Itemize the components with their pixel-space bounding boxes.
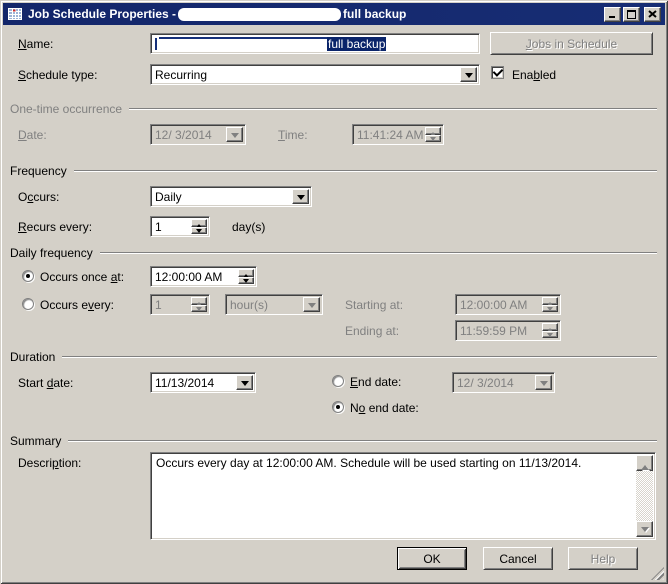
dropdown-arrow-icon (303, 297, 320, 312)
start-date-dropdown[interactable]: 11/13/2014 (150, 372, 256, 393)
frequency-group-label: Frequency (10, 164, 67, 178)
title-redaction (178, 8, 342, 22)
end-date-dropdown: 12/ 3/2014 (452, 372, 555, 393)
resize-grip[interactable] (651, 567, 664, 580)
no-end-date-label: No end date: (350, 401, 419, 415)
group-divider (68, 440, 657, 442)
occurs-once-time-spinner[interactable]: 12:00:00 AM (150, 266, 257, 287)
job-schedule-properties-dialog: Job Schedule Properties - full backup Nam… (0, 0, 668, 584)
ending-at-label: Ending at: (345, 324, 400, 338)
group-divider (73, 170, 657, 172)
spin-down-icon[interactable] (191, 226, 207, 234)
start-date-label: Start date: (18, 376, 74, 390)
description-text: Occurs every day at 12:00:00 AM. Schedul… (156, 456, 582, 470)
group-divider (62, 356, 657, 358)
time-label: Time: (278, 128, 308, 142)
group-divider (99, 252, 657, 254)
occurs-once-label: Occurs once at: (40, 270, 125, 284)
spin-up-icon (425, 127, 441, 136)
help-button: Help (568, 547, 638, 570)
cancel-button[interactable]: Cancel (483, 547, 553, 570)
spin-down-icon (542, 330, 558, 338)
occurs-every-radio[interactable] (22, 298, 34, 310)
schedule-type-label: Schedule type: (18, 68, 98, 82)
starting-at-spinner: 12:00:00 AM (455, 294, 561, 315)
enabled-label: Enabled (512, 68, 557, 82)
minimize-button[interactable] (604, 6, 621, 22)
one-time-time-spinner: 11:41:24 AM (352, 124, 444, 145)
name-redaction (159, 37, 327, 51)
occurs-once-radio[interactable] (22, 270, 34, 282)
occurs-every-value-spinner: 1 (150, 294, 210, 315)
duration-group-label: Duration (10, 350, 56, 364)
name-input[interactable]: full backup (150, 33, 480, 54)
recurs-every-label: Recurs every: (18, 220, 93, 234)
scrollbar-down-icon (636, 521, 653, 537)
spin-down-icon (191, 304, 207, 312)
spin-up-icon[interactable] (191, 219, 207, 228)
occurs-dropdown[interactable]: Daily (150, 186, 312, 207)
maximize-icon (627, 9, 636, 19)
description-label: Description: (18, 456, 82, 470)
summary-group-label: Summary (10, 434, 62, 448)
frequency-group: Frequency (10, 164, 657, 178)
description-textarea[interactable]: Occurs every day at 12:00:00 AM. Schedul… (150, 452, 656, 540)
one-time-occurrence-group: One-time occurrence (10, 102, 657, 116)
date-label: Date: (18, 128, 47, 142)
spin-down-icon (542, 304, 558, 312)
scrollbar-up-icon (636, 455, 653, 471)
spin-up-icon (191, 297, 207, 306)
caret-mark (155, 38, 157, 50)
occurs-every-unit-dropdown: hour(s) (225, 294, 323, 315)
close-icon (648, 10, 657, 18)
starting-at-label: Starting at: (345, 298, 404, 312)
one-time-group-label: One-time occurrence (10, 102, 123, 116)
close-button[interactable] (644, 6, 661, 22)
end-date-label: End date: (350, 375, 402, 389)
group-divider (129, 108, 657, 110)
spin-up-icon (542, 323, 558, 332)
ending-at-spinner: 11:59:59 PM (455, 320, 561, 341)
one-time-date-dropdown: 12/ 3/2014 (150, 124, 246, 145)
recurs-every-spinner[interactable]: 1 (150, 216, 210, 237)
summary-group: Summary (10, 434, 657, 448)
vertical-scrollbar (636, 455, 653, 537)
window-title: Job Schedule Properties - full backup (28, 6, 407, 22)
occurs-every-label: Occurs every: (40, 298, 115, 312)
dropdown-arrow-icon[interactable] (460, 67, 477, 82)
dropdown-arrow-icon[interactable] (292, 189, 309, 204)
ok-button[interactable]: OK (397, 547, 467, 570)
dropdown-arrow-icon[interactable] (236, 375, 253, 390)
end-date-radio[interactable] (332, 375, 344, 387)
name-selected-text: full backup (327, 37, 387, 51)
spin-up-icon[interactable] (238, 269, 254, 278)
duration-group: Duration (10, 350, 657, 364)
spin-down-icon (425, 134, 441, 142)
maximize-button[interactable] (623, 6, 640, 22)
no-end-date-radio[interactable] (332, 401, 344, 413)
dropdown-arrow-icon (226, 127, 243, 142)
recurs-unit-label: day(s) (232, 220, 266, 234)
enabled-checkbox[interactable] (491, 66, 504, 79)
calendar-grid-icon (8, 8, 22, 20)
title-bar[interactable]: Job Schedule Properties - full backup (3, 3, 665, 25)
spin-up-icon (542, 297, 558, 306)
schedule-type-dropdown[interactable]: Recurring (150, 64, 480, 85)
minimize-icon (608, 15, 615, 18)
name-label: Name: (18, 37, 54, 51)
jobs-in-schedule-button: Jobs in Schedule (490, 32, 653, 55)
dropdown-arrow-icon (535, 375, 552, 390)
spin-down-icon[interactable] (238, 276, 254, 284)
occurs-label: Occurs: (18, 190, 60, 204)
daily-frequency-group-label: Daily frequency (10, 246, 93, 260)
daily-frequency-group: Daily frequency (10, 246, 657, 260)
